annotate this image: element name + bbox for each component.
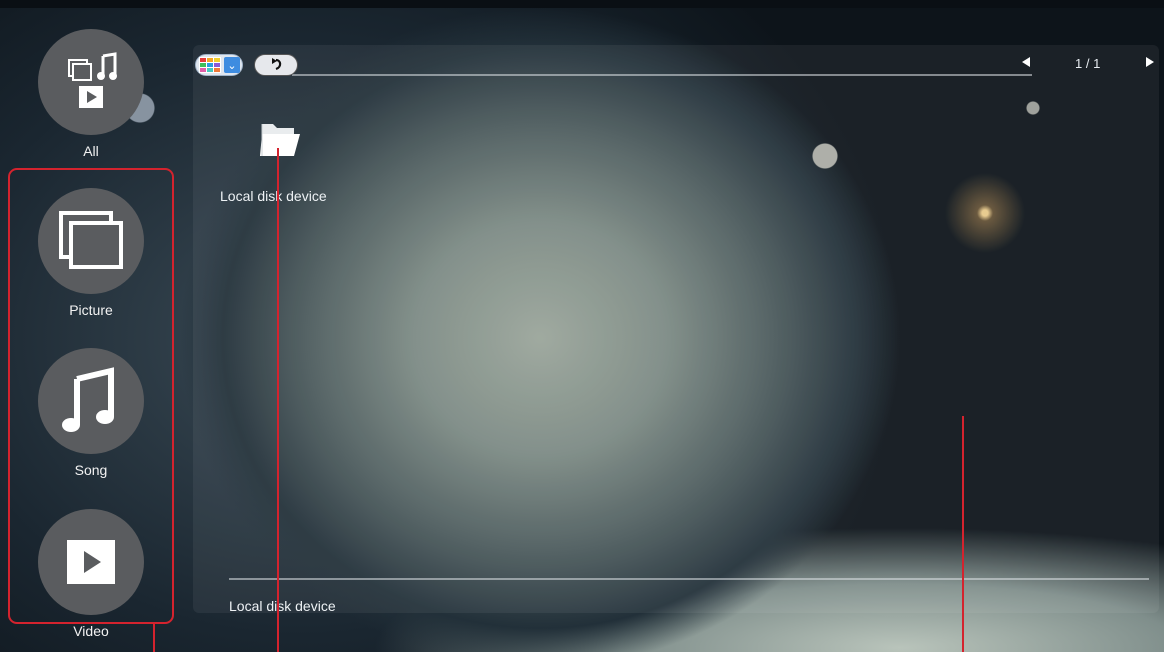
- toolbar-divider: [292, 74, 1032, 76]
- triangle-right-icon: [1146, 57, 1154, 67]
- all-media-icon: [68, 52, 117, 108]
- annotation-box-categories: [8, 168, 174, 624]
- folder-icon: [260, 124, 300, 156]
- category-all[interactable]: All: [38, 29, 144, 159]
- annotation-line-preview: [962, 416, 964, 652]
- status-divider: [229, 578, 1149, 580]
- annotation-line-categories: [153, 624, 155, 652]
- grid-view-icon: [199, 57, 221, 73]
- view-mode-button[interactable]: ⌄: [195, 54, 243, 76]
- triangle-left-icon: [1022, 57, 1030, 67]
- file-browser-panel: [193, 45, 1159, 613]
- next-page-button[interactable]: [1144, 56, 1156, 71]
- category-label: All: [83, 143, 99, 159]
- status-path: Local disk device: [229, 598, 336, 614]
- file-item-local-disk[interactable]: [258, 118, 302, 162]
- back-button[interactable]: [254, 54, 298, 76]
- prev-page-button[interactable]: [1020, 56, 1032, 71]
- category-label: Video: [73, 623, 109, 639]
- page-indicator: 1 / 1: [1075, 56, 1101, 71]
- file-item-label: Local disk device: [220, 188, 327, 204]
- back-arrow-icon: [272, 58, 282, 71]
- chevron-down-icon: ⌄: [224, 57, 240, 73]
- annotation-line-file-list: [277, 148, 279, 652]
- category-all-circle: [38, 29, 144, 135]
